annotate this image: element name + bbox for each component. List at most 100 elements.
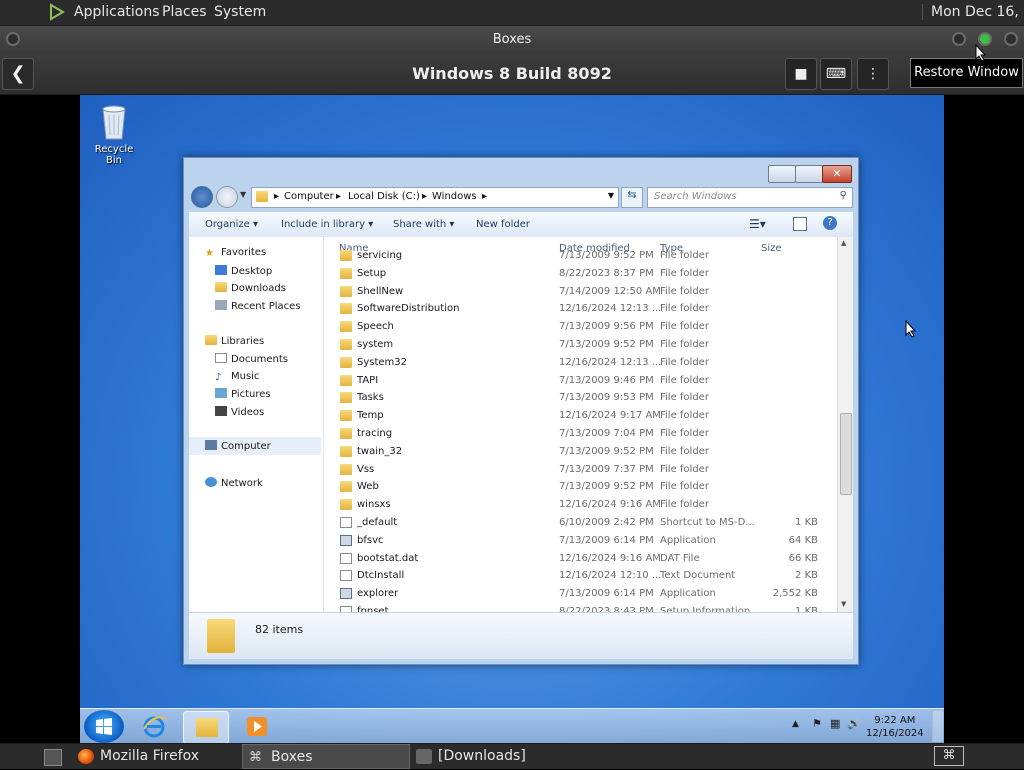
table-row[interactable]: TAPI 7/13/2009 9:46 PM File folder	[324, 372, 834, 390]
file-date: 6/10/2009 2:42 PM	[559, 517, 654, 528]
nav-downloads[interactable]: Downloads	[215, 282, 286, 294]
refresh-icon: ⇆	[627, 188, 637, 201]
back-nav-button[interactable]	[191, 186, 213, 208]
minimize-button[interactable]	[952, 32, 966, 46]
vertical-scrollbar[interactable]: ▲ ▼	[837, 237, 853, 612]
table-row[interactable]: _default 6/10/2009 2:42 PM Shortcut to MS-…	[324, 514, 834, 532]
nav-pictures[interactable]: Pictures	[215, 388, 271, 400]
nav-music[interactable]: ♪ Music	[215, 371, 259, 383]
table-row[interactable]: Speech 7/13/2009 9:56 PM File folder	[324, 318, 834, 336]
address-dropdown-icon[interactable]: ▼	[608, 191, 614, 200]
breadcrumb-windows[interactable]: Windows	[432, 191, 477, 202]
nav-desktop[interactable]: Desktop	[215, 265, 272, 277]
nav-libraries[interactable]: Libraries	[205, 335, 264, 347]
file-date: 7/14/2009 12:50 AM	[559, 285, 661, 297]
scroll-down-icon[interactable]: ▼	[841, 600, 846, 608]
explorer-minimize-button[interactable]	[768, 165, 796, 183]
nav-recent-places[interactable]: Recent Places	[215, 300, 301, 312]
table-row[interactable]: Web 7/13/2009 9:52 PM File folder	[324, 478, 834, 496]
recycle-bin[interactable]: Recycle Bin	[86, 103, 142, 166]
explorer-close-button[interactable]: ✕	[822, 165, 852, 183]
nav-videos[interactable]: Videos	[215, 406, 264, 418]
places-menu[interactable]: Places	[162, 4, 207, 20]
taskbar-internet-explorer[interactable]	[132, 711, 176, 742]
include-in-library-button[interactable]: Include in library ▾	[281, 219, 373, 230]
tray-expand-icon[interactable]: ▲	[792, 719, 799, 729]
folder-icon	[416, 749, 432, 764]
scroll-thumb[interactable]	[840, 413, 852, 495]
refresh-button[interactable]: ⇆	[621, 187, 643, 208]
file-name: System32	[357, 356, 408, 368]
table-row[interactable]: Temp 12/16/2024 9:17 AM File folder	[324, 407, 834, 425]
table-row[interactable]: Vss 7/13/2009 7:37 PM File folder	[324, 461, 834, 479]
show-desktop-button[interactable]	[932, 711, 943, 742]
table-row[interactable]: ShellNew 7/14/2009 12:50 AM File folder	[324, 283, 834, 301]
show-desktop-applet[interactable]	[36, 744, 72, 769]
window-title: Boxes	[492, 32, 532, 47]
table-row[interactable]: fpnset 8/22/2023 8:43 PM Setup Information…	[324, 603, 834, 612]
share-with-button[interactable]: Share with ▾	[393, 219, 454, 230]
vm-desktop[interactable]: Recycle Bin ✕ ▼ ▸ Computer ▸ Local Disk …	[80, 95, 944, 743]
panel-clock[interactable]: Mon Dec 16, 12	[922, 4, 1024, 20]
table-row[interactable]: twain_32 7/13/2009 9:52 PM File folder	[324, 443, 834, 461]
table-row[interactable]: System32 12/16/2024 12:13 ... File folder	[324, 354, 834, 372]
taskbar-media-player[interactable]	[235, 711, 279, 742]
taskbar-explorer[interactable]	[183, 711, 229, 744]
breadcrumb-local-disk[interactable]: Local Disk (C:)	[348, 191, 420, 202]
folder-icon	[340, 481, 352, 493]
table-row[interactable]: bootstat.dat 12/16/2024 9:16 AM DAT File 66…	[324, 550, 834, 568]
address-bar[interactable]: ▸ Computer ▸ Local Disk (C:) ▸ Windows ▸…	[251, 187, 619, 208]
taskbar-firefox[interactable]: Mozilla Firefox	[72, 744, 242, 769]
file-date: 7/13/2009 9:52 PM	[559, 445, 654, 457]
view-options-icon[interactable]: ☰▾	[749, 217, 766, 231]
explorer-folder-icon	[196, 718, 218, 737]
organize-button[interactable]: Organize ▾	[205, 219, 258, 230]
table-row[interactable]: system 7/13/2009 9:52 PM File folder	[324, 336, 834, 354]
nav-favorites[interactable]: ★ Favorites	[205, 247, 266, 259]
item-count: 82 items	[255, 623, 304, 636]
menu-button[interactable]: ⋮	[857, 58, 889, 90]
explorer-maximize-button[interactable]	[795, 165, 823, 183]
table-row[interactable]: SoftwareDistribution 12/16/2024 12:13 ...…	[324, 300, 834, 318]
action-center-flag-icon[interactable]: ⚑	[812, 717, 822, 730]
keyboard-button[interactable]: ⌨	[820, 58, 852, 90]
workspace-switcher[interactable]: ⌘	[934, 746, 964, 766]
table-row[interactable]: servicing 7/13/2009 9:52 PM File folder	[324, 247, 834, 265]
table-row[interactable]: tracing 7/13/2009 7:04 PM File folder	[324, 425, 834, 443]
boxes-titlebar: Boxes	[0, 26, 1024, 54]
preview-pane-icon[interactable]	[793, 217, 807, 231]
table-row[interactable]: Setup 8/22/2023 8:37 PM File folder	[324, 265, 834, 283]
breadcrumb-computer[interactable]: Computer	[284, 191, 334, 202]
help-icon[interactable]: ?	[823, 216, 837, 230]
table-row[interactable]: bfsvc 7/13/2009 6:14 PM Application 64 KB	[324, 532, 834, 550]
start-button[interactable]	[84, 710, 124, 743]
applications-menu[interactable]: Applications	[74, 4, 160, 20]
table-row[interactable]: DtcInstall 12/16/2024 12:10 ... Text Docum…	[324, 567, 834, 585]
file-type: File folder	[660, 499, 709, 511]
internet-explorer-icon	[143, 716, 167, 738]
file-list-pane[interactable]: Name Date modified Type Size servicing 7/…	[324, 237, 853, 612]
table-row[interactable]: explorer 7/13/2009 6:14 PM Application 2,55…	[324, 585, 834, 603]
nav-documents[interactable]: Documents	[215, 353, 288, 365]
file-size: 2,552 KB	[772, 588, 818, 600]
file-date: 12/16/2024 12:10 ...	[559, 570, 662, 582]
nav-network[interactable]: Network	[205, 477, 263, 489]
tray-clock[interactable]: 9:22 AM 12/16/2024	[866, 714, 924, 740]
network-tray-icon[interactable]: ▦	[830, 717, 840, 730]
search-input[interactable]: Search Windows ⚲	[647, 187, 853, 208]
table-row[interactable]: Tasks 7/13/2009 9:53 PM File folder	[324, 389, 834, 407]
nav-computer[interactable]: Computer	[205, 440, 271, 452]
taskbar-downloads[interactable]: [Downloads]	[410, 744, 600, 769]
forward-nav-button[interactable]	[216, 186, 238, 208]
close-window-button[interactable]	[1004, 32, 1018, 46]
new-folder-button[interactable]: New folder	[476, 219, 530, 230]
system-menu[interactable]: System	[214, 4, 266, 20]
file-icon	[340, 517, 352, 528]
scroll-up-icon[interactable]: ▲	[841, 239, 846, 247]
table-row[interactable]: winsxs 12/16/2024 9:16 AM File folder	[324, 496, 834, 514]
recent-pages-chevron-icon[interactable]: ▼	[240, 190, 246, 199]
folder-icon	[340, 303, 352, 315]
volume-icon[interactable]: 🔊	[847, 717, 861, 730]
stop-button[interactable]: ■	[785, 58, 817, 90]
taskbar-boxes[interactable]: ⌘ Boxes	[242, 744, 410, 769]
